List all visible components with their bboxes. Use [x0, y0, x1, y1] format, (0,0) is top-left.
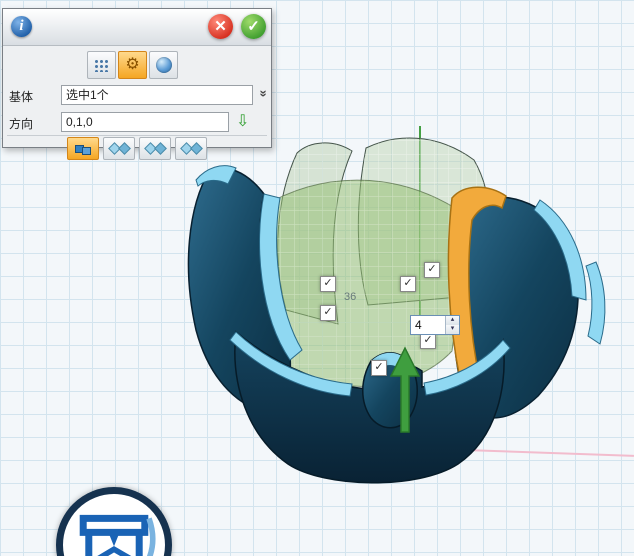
base-label: 基体 — [9, 88, 33, 105]
check-icon: ✓ — [374, 361, 383, 373]
petal-checkbox[interactable]: ✓ — [371, 360, 387, 376]
command-dialog: i ✕ ✓ ⚙ 基体 选中1个 » 方向 0,1,0 ⇩ — [2, 8, 272, 148]
diamond-icon — [190, 142, 203, 155]
check-icon: ✓ — [427, 263, 436, 275]
dimension-label: 36 — [344, 291, 356, 303]
check-icon: ✓ — [323, 306, 332, 318]
check-icon: ✓ — [323, 277, 332, 289]
mode-profile-button[interactable] — [87, 51, 116, 79]
bricks-icon — [82, 147, 91, 155]
dialog-bottom-toolbar — [67, 137, 207, 160]
base-selection-field[interactable]: 选中1个 — [61, 85, 253, 105]
petal-checkbox[interactable]: ✓ — [400, 276, 416, 292]
option-diamond-button-2[interactable] — [139, 137, 171, 160]
dialog-separator — [7, 135, 267, 136]
mode-sphere-button[interactable] — [149, 51, 178, 79]
diamond-icon — [118, 142, 131, 155]
direction-input[interactable]: 0,1,0 — [61, 112, 229, 132]
dialog-toolbar: ⚙ — [87, 51, 178, 79]
spinner-up-icon[interactable]: ▴ — [446, 316, 459, 325]
option-diamond-button-3[interactable] — [175, 137, 207, 160]
direction-pick-icon[interactable]: ⇩ — [236, 111, 249, 131]
confirm-button[interactable]: ✓ — [241, 14, 266, 39]
app-window: 36 ✓ ✓ ✓ ✓ ✓ ✓ 4 ▴ ▾ i ✕ ✓ ⚙ — [0, 0, 634, 556]
petal-far-right-cyan-edge — [586, 262, 605, 344]
gear-icon: ⚙ — [125, 57, 139, 73]
option-bricks-button[interactable] — [67, 137, 99, 160]
sphere-icon — [156, 57, 172, 73]
dialog-titlebar: i ✕ ✓ — [3, 9, 271, 46]
diamond-icon — [154, 142, 167, 155]
direction-row: 方向 0,1,0 ⇩ — [3, 112, 271, 132]
info-icon[interactable]: i — [11, 16, 32, 37]
petal-checkbox[interactable]: ✓ — [424, 262, 440, 278]
count-spinner-value[interactable]: 4 — [411, 316, 445, 334]
expander-chevron-icon[interactable]: » — [257, 86, 272, 102]
spinner-down-icon[interactable]: ▾ — [446, 325, 459, 334]
cancel-button[interactable]: ✕ — [208, 14, 233, 39]
profile-grid-icon — [94, 59, 109, 72]
check-icon: ✓ — [403, 277, 412, 289]
petal-checkbox[interactable]: ✓ — [420, 333, 436, 349]
mode-gear-button[interactable]: ⚙ — [118, 51, 147, 79]
direction-label: 方向 — [9, 115, 33, 132]
petal-checkbox[interactable]: ✓ — [320, 305, 336, 321]
count-spinner[interactable]: 4 ▴ ▾ — [410, 315, 460, 335]
base-row: 基体 选中1个 » — [3, 85, 271, 105]
check-icon: ✓ — [423, 334, 432, 346]
printer-icon — [69, 510, 159, 556]
petal-checkbox[interactable]: ✓ — [320, 276, 336, 292]
option-diamond-button-1[interactable] — [103, 137, 135, 160]
